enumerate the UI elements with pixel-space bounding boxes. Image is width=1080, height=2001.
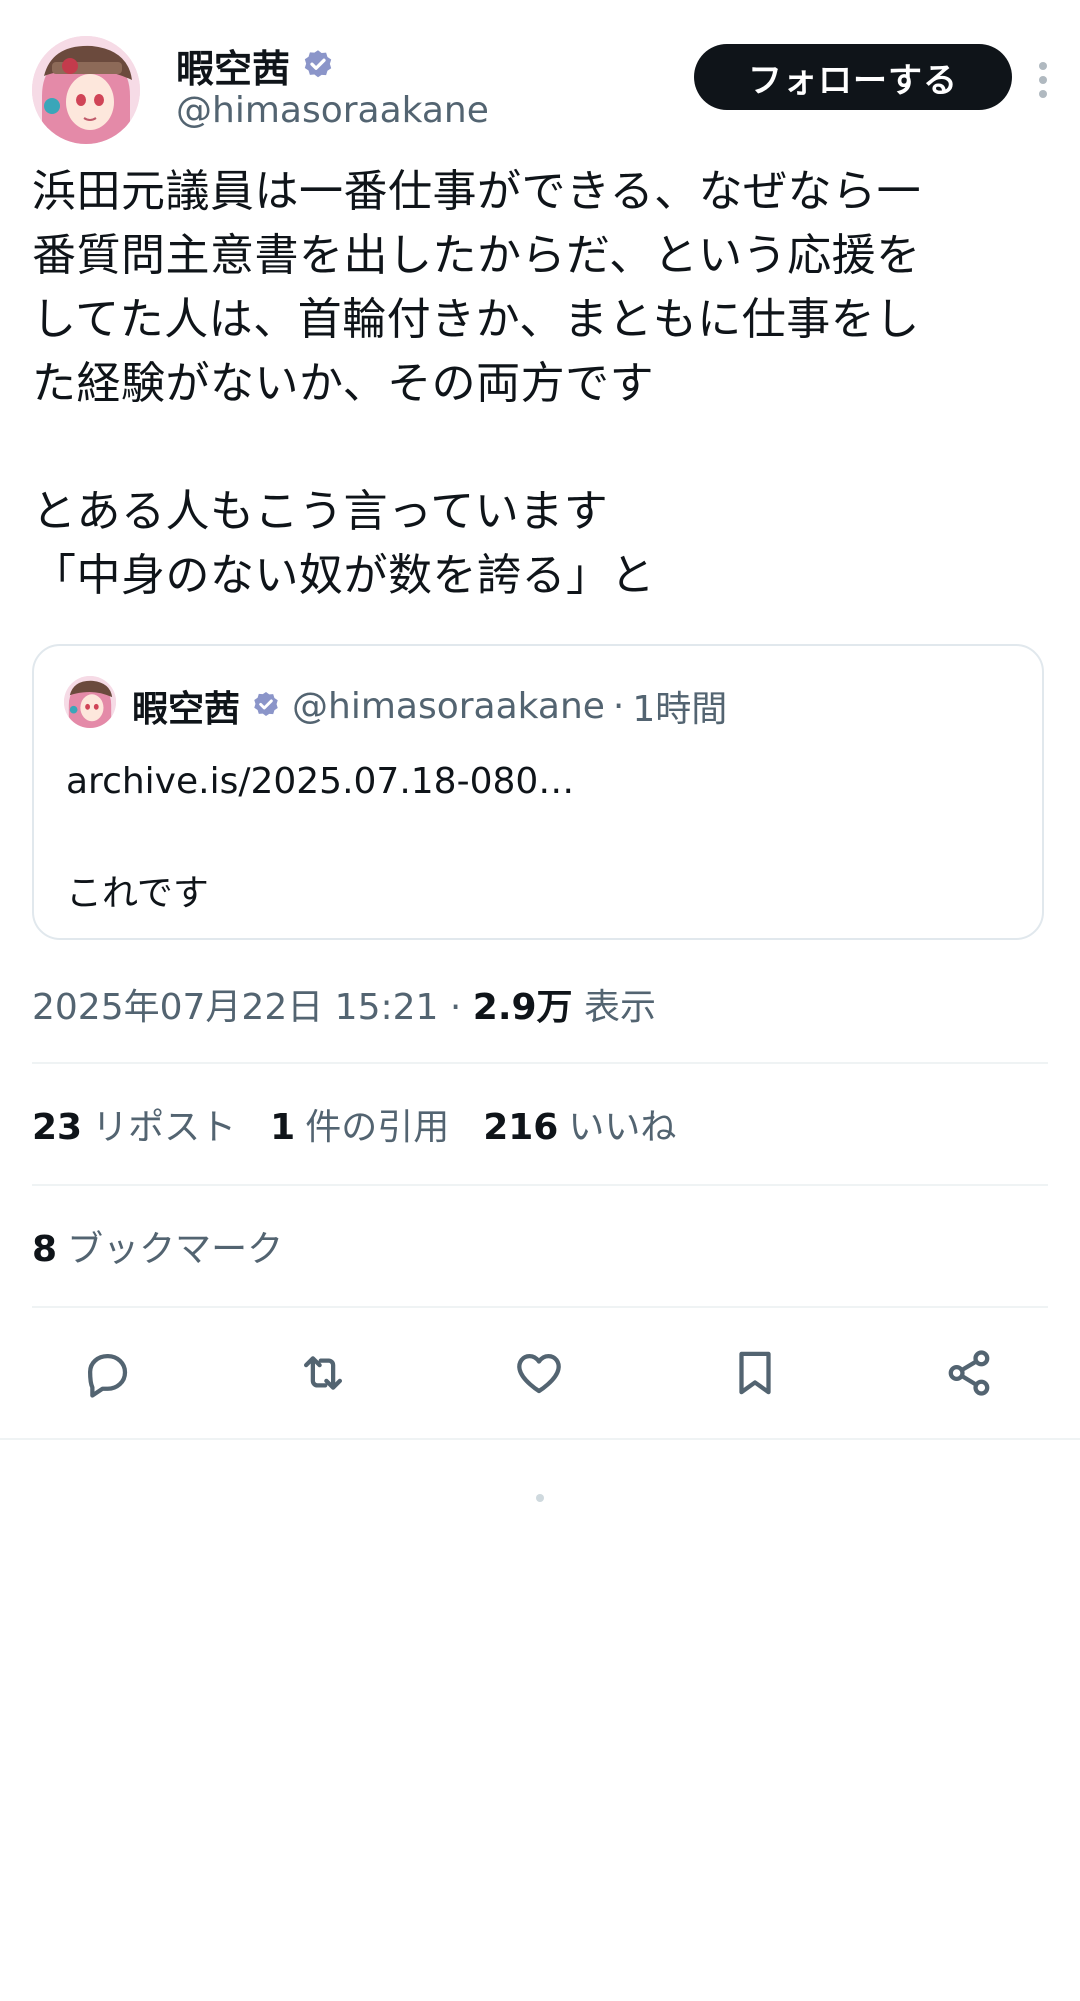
share-button[interactable]	[936, 1340, 1002, 1406]
reply-button[interactable]	[74, 1340, 140, 1406]
quotes-count: 1	[270, 1107, 296, 1148]
author-display-name[interactable]: 暇空茜	[176, 38, 290, 93]
quotes-stat[interactable]: 1 件の引用	[270, 1098, 449, 1150]
more-vertical-icon[interactable]	[1032, 58, 1054, 102]
quoted-avatar-illustration	[64, 676, 116, 728]
follow-button[interactable]: フォローする	[694, 44, 1012, 110]
quoted-display-name: 暇空茜	[132, 689, 241, 730]
bookmarks-count: 8	[32, 1229, 58, 1270]
tweet-text: 浜田元議員は一番仕事ができる、なぜなら一 番質問主意書を出したからだ、という応援…	[32, 166, 922, 601]
engagement-stats: 23 リポスト 1 件の引用 216 いいね	[32, 1098, 710, 1150]
quoted-tweet-card[interactable]: 暇空茜 @himasoraakane · 1時間 archive.is/2025…	[32, 644, 1044, 940]
divider	[32, 1306, 1048, 1308]
bookmark-icon	[739, 1351, 771, 1395]
quoted-tweet-text: archive.is/2025.07.18-080… これです	[66, 761, 575, 914]
repost-button[interactable]	[290, 1340, 356, 1406]
author-handle[interactable]: @himasoraakane	[176, 90, 489, 131]
reposts-label: リポスト	[92, 1107, 237, 1148]
verified-badge-icon	[304, 49, 332, 77]
quoted-tweet-header: 暇空茜 @himasoraakane · 1時間	[132, 680, 727, 732]
quoted-separator: ·	[612, 685, 625, 727]
views-label: 表示	[584, 987, 657, 1028]
share-icon	[948, 1350, 990, 1396]
author-avatar[interactable]	[32, 36, 140, 144]
author-name-row: 暇空茜	[176, 38, 336, 93]
quoted-author-avatar	[64, 676, 116, 728]
avatar-illustration	[32, 36, 140, 144]
meta-separator: ·	[438, 987, 473, 1028]
action-bar	[0, 1340, 1080, 1406]
tweet-header: 暇空茜 @himasoraakane フォローする	[32, 32, 1048, 144]
bookmarks-stat[interactable]: 8 ブックマーク	[32, 1220, 283, 1272]
divider	[32, 1184, 1048, 1186]
quotes-label: 件の引用	[305, 1107, 450, 1148]
quoted-handle: @himasoraakane	[292, 685, 605, 727]
likes-label: いいね	[568, 1107, 677, 1148]
quoted-verified-badge-icon	[254, 692, 278, 716]
reposts-stat[interactable]: 23 リポスト	[32, 1098, 236, 1150]
heart-icon	[517, 1353, 561, 1394]
loading-indicator	[536, 1494, 544, 1502]
reply-icon	[87, 1353, 128, 1398]
views-count: 2.9万	[472, 987, 573, 1028]
bookmarks-label: ブックマーク	[67, 1229, 284, 1270]
divider	[0, 1438, 1080, 1440]
divider	[32, 1062, 1048, 1064]
likes-stat[interactable]: 216 いいね	[483, 1098, 676, 1150]
tweet-meta: 2025年07月22日 15:21 · 2.9万 表示	[32, 978, 656, 1030]
likes-count: 216	[483, 1107, 559, 1148]
reposts-count: 23	[32, 1107, 83, 1148]
tweet-timestamp[interactable]: 2025年07月22日 15:21	[32, 987, 438, 1028]
like-button[interactable]	[506, 1340, 572, 1406]
repost-icon	[303, 1356, 343, 1390]
quoted-time: 1時間	[632, 689, 728, 730]
bookmark-button[interactable]	[722, 1340, 788, 1406]
